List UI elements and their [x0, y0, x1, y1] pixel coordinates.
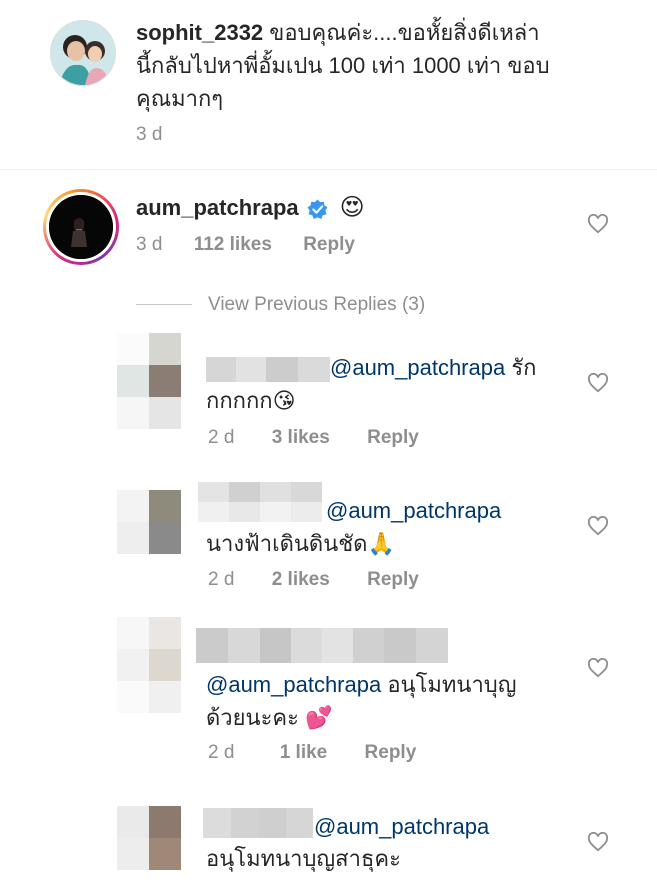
divider — [0, 169, 657, 170]
like-heart-icon[interactable] — [587, 214, 609, 234]
likes-count[interactable]: 3 likes — [272, 427, 330, 448]
blurred-username[interactable] — [198, 482, 322, 522]
praying-hands-emoji: 🙏 — [367, 531, 395, 556]
reply-avatar-blurred[interactable] — [117, 490, 181, 554]
view-replies-line — [136, 304, 192, 305]
reply-avatar-blurred[interactable] — [117, 617, 181, 713]
avatar-story-ring[interactable] — [43, 189, 119, 265]
comment-body: sophit_2332 ขอบคุณค่ะ....ขอหั้ยสิ่งดีเหล… — [136, 16, 636, 49]
view-previous-replies-button[interactable]: View Previous Replies (3) — [208, 294, 425, 316]
avatar-sophit[interactable] — [50, 20, 116, 86]
like-heart-icon[interactable] — [587, 658, 609, 678]
comment-time: 3 d — [136, 234, 163, 255]
mention-link[interactable]: @aum_patchrapa — [326, 498, 501, 523]
reply-button[interactable]: Reply — [303, 234, 355, 255]
reply-avatar-blurred[interactable] — [117, 333, 181, 429]
like-heart-icon[interactable] — [587, 832, 609, 852]
like-heart-icon[interactable] — [587, 516, 609, 536]
reply-text: อนุโมทนาบุญ — [381, 672, 517, 697]
comment-text-line1: ขอบคุณค่ะ....ขอหั้ยสิ่งดีเหล่า — [263, 20, 540, 45]
comment-text-line2: นี้กลับไปหาพี่อั้มเปน 100 เท่า 1000 เท่า… — [136, 53, 550, 78]
reply-time: 2 d — [208, 742, 235, 763]
likes-count[interactable]: 2 likes — [272, 569, 330, 590]
reply-text: อนุโมทนาบุญสาธุคะ — [206, 846, 401, 871]
like-heart-icon[interactable] — [587, 373, 609, 393]
blurred-username[interactable] — [203, 808, 313, 838]
likes-count[interactable]: 1 like — [280, 742, 328, 763]
mention-link[interactable]: @aum_patchrapa — [330, 355, 505, 380]
comment-time: 3 d — [136, 124, 163, 145]
reply-button[interactable]: Reply — [367, 569, 419, 590]
verified-badge-icon — [307, 198, 328, 219]
mention-link[interactable]: @aum_patchrapa — [314, 814, 489, 839]
reply-text-line2: กกกกก — [206, 388, 273, 413]
reply-text: รัก — [505, 355, 537, 380]
blurred-username[interactable] — [206, 357, 330, 382]
blurred-username[interactable] — [196, 628, 448, 663]
reply-time: 2 d — [208, 427, 235, 448]
kiss-emoji: 😘 — [272, 388, 296, 413]
reply-time: 2 d — [208, 569, 235, 590]
reply-text: นางฟ้าเดินดินชัด — [206, 531, 368, 556]
heart-eyes-emoji: 😍 — [339, 194, 365, 221]
two-hearts-emoji: 💕 — [305, 705, 333, 730]
username-aum[interactable]: aum_patchrapa — [136, 193, 299, 223]
reply-avatar-blurred[interactable] — [117, 806, 181, 870]
avatar-aum — [49, 195, 113, 259]
username-sophit[interactable]: sophit_2332 — [136, 20, 263, 45]
likes-count[interactable]: 112 likes — [194, 234, 272, 255]
comment-text-line3: คุณมากๆ — [136, 86, 224, 111]
reply-text-line2: ด้วยนะคะ — [206, 705, 299, 730]
mention-link[interactable]: @aum_patchrapa — [206, 672, 381, 697]
reply-button[interactable]: Reply — [367, 427, 419, 448]
reply-button[interactable]: Reply — [365, 742, 417, 763]
